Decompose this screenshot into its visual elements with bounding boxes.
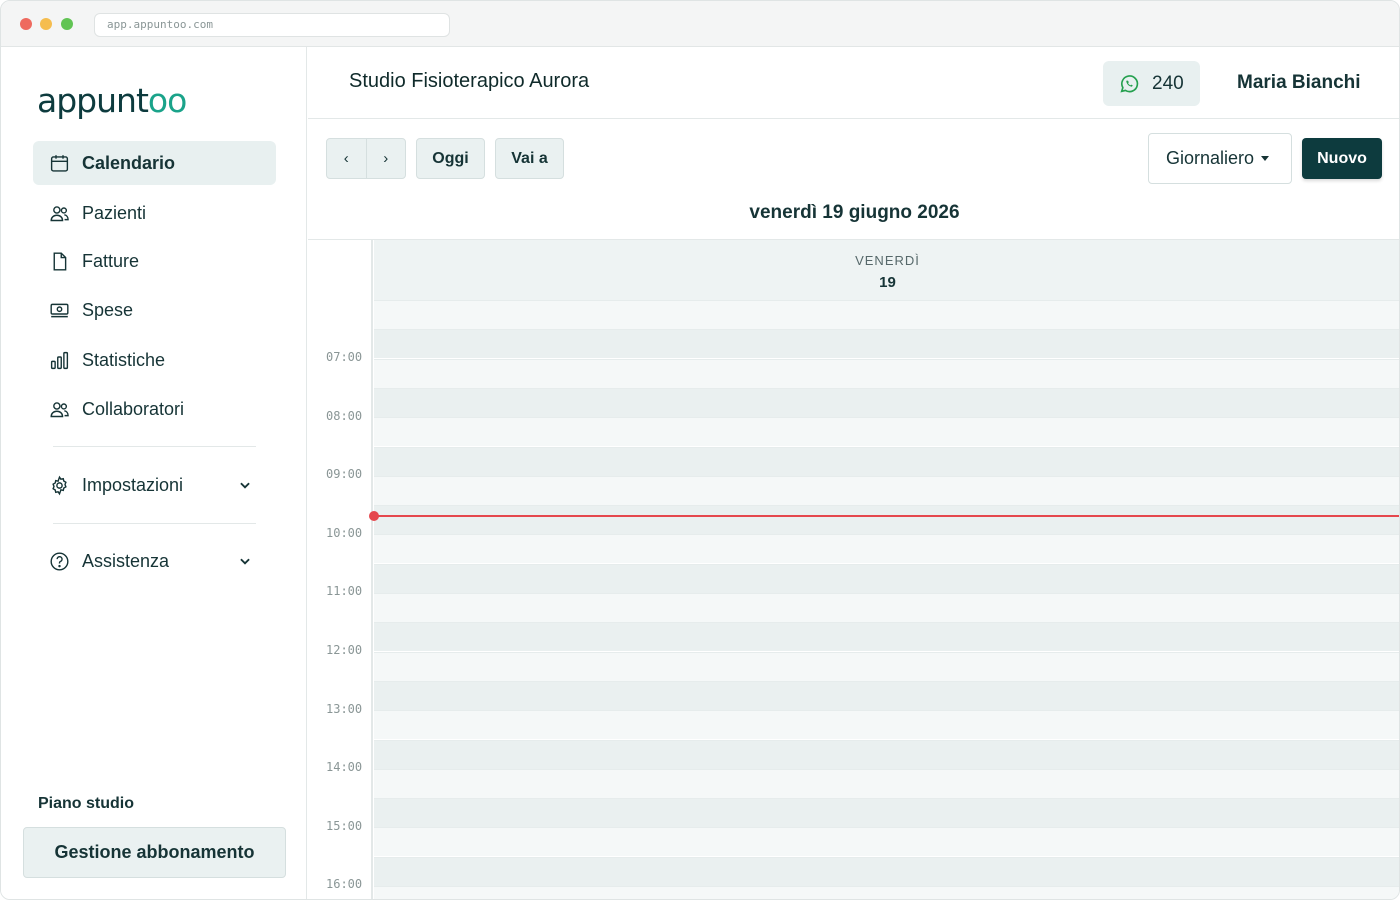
document-icon: [53, 251, 67, 271]
time-label: 11:00: [326, 584, 363, 599]
sidebar-item-label: Fatture: [82, 250, 140, 271]
sidebar-item-label: Calendario: [82, 152, 176, 173]
whatsapp-icon: [1120, 74, 1139, 92]
current-date-title: venerdì 19 giugno 2026: [749, 202, 960, 223]
time-slot[interactable]: [374, 329, 1399, 359]
time-slot[interactable]: [374, 680, 1399, 710]
time-slot[interactable]: [374, 798, 1399, 828]
manage-subscription-button[interactable]: Gestione abbonamento: [23, 827, 286, 878]
time-slot[interactable]: [374, 563, 1399, 593]
time-slot[interactable]: [374, 417, 1399, 447]
time-slot[interactable]: [374, 358, 1399, 388]
whatsapp-credits-badge[interactable]: 240: [1103, 61, 1200, 106]
time-slot[interactable]: [374, 475, 1399, 505]
new-appointment-button[interactable]: Nuovo: [1302, 138, 1382, 179]
day-calendar: VENERDÌ 19 07:00 08:00 09:00 10:00 11:00 12:0…: [308, 239, 1399, 899]
whatsapp-count: 240: [1152, 72, 1184, 94]
time-label: 14:00: [326, 760, 363, 775]
help-icon: [50, 551, 69, 571]
app-window: app.appuntoo.com appuntoo Calendario Paz…: [0, 0, 1400, 900]
time-slot[interactable]: [374, 387, 1399, 417]
sidebar-item-pazienti[interactable]: Pazienti: [33, 191, 276, 235]
time-label: 12:00: [326, 643, 363, 657]
sidebar-item-assistenza[interactable]: Assistenza: [33, 539, 276, 583]
users-icon: [50, 205, 69, 221]
time-slot[interactable]: [374, 886, 1399, 899]
address-bar[interactable]: app.appuntoo.com: [94, 13, 450, 37]
previous-day-button[interactable]: ‹: [327, 139, 367, 178]
sidebar-divider: [53, 523, 256, 524]
browser-chrome: app.appuntoo.com: [1, 1, 1399, 47]
time-label: 07:00: [326, 350, 363, 364]
time-slot[interactable]: [374, 300, 1399, 329]
view-select[interactable]: Giornaliero: [1148, 133, 1292, 184]
sidebar-item-label: Spese: [82, 299, 134, 320]
sidebar-item-label: Assistenza: [82, 550, 170, 571]
sidebar-item-label: Statistiche: [82, 349, 166, 370]
money-icon: [50, 303, 69, 317]
time-slot[interactable]: [374, 768, 1399, 798]
next-day-button[interactable]: ›: [367, 139, 406, 178]
time-slot[interactable]: [374, 446, 1399, 476]
sidebar-item-spese[interactable]: Spese: [33, 288, 276, 332]
today-button[interactable]: Oggi: [416, 138, 485, 179]
sidebar-item-collaboratori[interactable]: Collaboratori: [33, 387, 276, 431]
main-content: Studio Fisioterapico Aurora 240 Maria Bi…: [308, 47, 1399, 899]
time-slot[interactable]: [374, 739, 1399, 769]
app-logo[interactable]: appuntoo: [37, 81, 187, 120]
sidebar-item-statistiche[interactable]: Statistiche: [33, 338, 276, 382]
maximize-window-button[interactable]: [61, 18, 73, 30]
sidebar: appuntoo Calendario Pazienti Fatture Spe…: [1, 47, 307, 899]
time-slot[interactable]: [374, 593, 1399, 622]
time-slot[interactable]: [374, 534, 1399, 564]
chart-icon: [50, 351, 69, 369]
studio-name: Studio Fisioterapico Aurora: [349, 70, 590, 92]
time-slot[interactable]: [374, 622, 1399, 652]
chevron-down-icon: [240, 482, 250, 489]
calendar-icon: [50, 154, 69, 172]
time-slot[interactable]: [374, 710, 1399, 740]
plan-label: Piano studio: [38, 795, 134, 812]
top-bar: Studio Fisioterapico Aurora 240 Maria Bi…: [308, 47, 1399, 119]
close-window-button[interactable]: [20, 18, 32, 30]
day-name: VENERDÌ: [855, 253, 920, 268]
time-slot[interactable]: [374, 651, 1399, 681]
gear-icon: [52, 475, 67, 495]
sidebar-item-calendario[interactable]: Calendario: [33, 141, 276, 185]
sidebar-item-fatture[interactable]: Fatture: [33, 239, 276, 283]
time-label: 16:00: [326, 877, 363, 892]
sidebar-item-label: Pazienti: [82, 202, 147, 223]
go-to-date-button[interactable]: Vai a: [495, 138, 564, 179]
calendar-toolbar: ‹ › Oggi Vai a Giornaliero Nuovo venerdì…: [308, 119, 1399, 239]
time-label: 09:00: [326, 467, 363, 482]
sidebar-item-label: Impostazioni: [82, 474, 184, 495]
time-grid[interactable]: 07:00 08:00 09:00 10:00 11:00 12:00 13:00 14:00…: [308, 300, 1399, 899]
time-slot[interactable]: [374, 856, 1399, 886]
minimize-window-button[interactable]: [40, 18, 52, 30]
day-column-header[interactable]: VENERDÌ 19: [374, 240, 1399, 301]
time-label: 13:00: [326, 701, 363, 716]
time-slot[interactable]: [374, 827, 1399, 857]
caret-down-icon: [1261, 156, 1270, 161]
sidebar-item-impostazioni[interactable]: Impostazioni: [33, 463, 276, 507]
time-slot[interactable]: [374, 505, 1399, 535]
current-time-dot: [369, 511, 379, 521]
current-time-line: [374, 515, 1399, 517]
sidebar-item-label: Collaboratori: [82, 398, 185, 419]
date-navigation: ‹ ›: [326, 138, 406, 179]
time-label: 08:00: [326, 408, 363, 423]
day-number: 19: [879, 274, 896, 291]
users-icon: [50, 401, 69, 417]
sidebar-divider: [53, 446, 256, 447]
chevron-down-icon: [240, 558, 250, 565]
time-label: 10:00: [326, 525, 363, 540]
time-label: 15:00: [326, 818, 363, 833]
user-menu[interactable]: Maria Bianchi: [1237, 72, 1361, 94]
time-gutter-header: [308, 240, 373, 301]
time-gutter: 07:00 08:00 09:00 10:00 11:00 12:00 13:00 14:00…: [308, 301, 373, 899]
view-select-value: Giornaliero: [1166, 148, 1255, 168]
